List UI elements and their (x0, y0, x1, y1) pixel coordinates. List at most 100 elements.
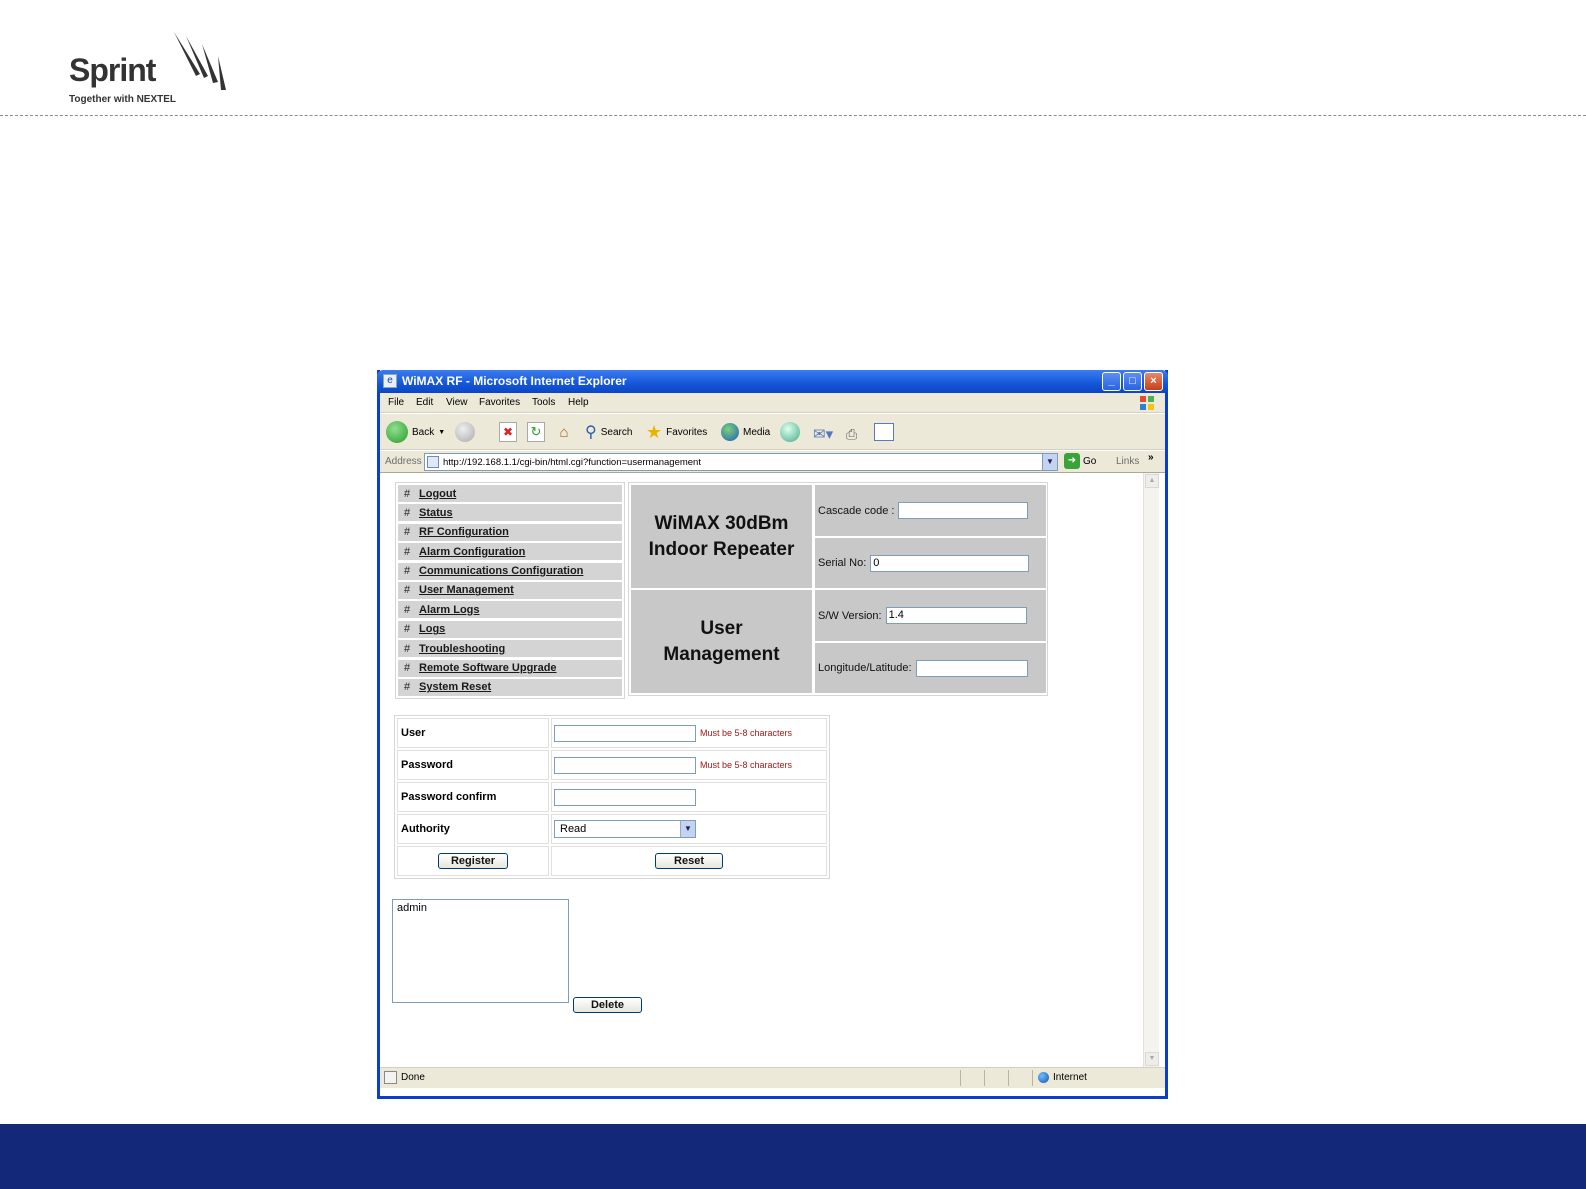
media-icon (721, 423, 739, 441)
close-button[interactable]: × (1144, 372, 1163, 391)
nav-bullet: # (403, 506, 411, 519)
vertical-scrollbar[interactable]: ▲ ▼ (1143, 473, 1159, 1067)
user-label: User (397, 718, 549, 748)
go-button[interactable]: ➜ Go (1064, 453, 1096, 469)
header-divider (0, 115, 1586, 116)
scroll-down-icon[interactable]: ▼ (1145, 1052, 1159, 1066)
address-label: Address (385, 456, 422, 467)
nav-link[interactable]: System Reset (416, 681, 491, 693)
ie-page-icon: e (383, 374, 397, 388)
user-input[interactable] (554, 724, 696, 742)
home-icon[interactable]: ⌂ (554, 422, 574, 442)
nav-item-status[interactable]: # Status (398, 504, 622, 522)
nav-item-rf-configuration[interactable]: # RF Configuration (398, 523, 622, 541)
authority-row: Authority Read ▼ (397, 814, 827, 844)
password-input[interactable] (554, 756, 696, 774)
globe-icon (1038, 1072, 1049, 1083)
maximize-button[interactable]: □ (1123, 372, 1142, 391)
delete-button[interactable]: Delete (573, 997, 642, 1013)
links-toolbar[interactable]: Links (1116, 456, 1139, 467)
history-icon[interactable] (780, 422, 800, 442)
register-cell: Register (397, 846, 549, 876)
nav-link[interactable]: Remote Software Upgrade (416, 662, 557, 674)
nav-bullet: # (403, 565, 411, 578)
go-arrow-icon: ➜ (1064, 453, 1080, 469)
standard-toolbar: Back ▼ ✖ ↻ ⌂ ⚲ Search ★ Favorites Media … (380, 414, 1165, 450)
user-hint: Must be 5-8 characters (700, 728, 793, 738)
page-title: User Management (631, 590, 812, 693)
user-row: User Must be 5-8 characters (397, 718, 827, 748)
menu-favorites[interactable]: Favorites (479, 397, 520, 408)
user-listbox[interactable]: admin (392, 899, 569, 1003)
serial-no-label: Serial No: (818, 557, 867, 569)
nav-link[interactable]: Alarm Logs (416, 604, 480, 616)
nav-bullet: # (403, 662, 411, 675)
back-dropdown-icon[interactable]: ▼ (438, 429, 445, 436)
nav-link[interactable]: Logout (416, 488, 456, 500)
menu-tools[interactable]: Tools (532, 397, 555, 408)
chevron-down-icon[interactable]: ▼ (680, 821, 695, 837)
menu-view[interactable]: View (446, 397, 468, 408)
forward-button[interactable] (455, 422, 475, 442)
search-button[interactable]: ⚲ Search (585, 420, 632, 444)
serial-no-field[interactable]: 0 (870, 554, 1030, 572)
cascade-code-cell: Cascade code : (815, 485, 1046, 536)
password-row: Password Must be 5-8 characters (397, 750, 827, 780)
nav-bullet: # (403, 545, 411, 558)
nav-link[interactable]: User Management (416, 584, 514, 596)
nav-item-communications-configuration[interactable]: # Communications Configuration (398, 562, 622, 580)
menu-file[interactable]: File (388, 397, 404, 408)
lon-lat-field[interactable] (915, 659, 1028, 677)
scroll-up-icon[interactable]: ▲ (1145, 474, 1159, 488)
nav-link[interactable]: Troubleshooting (416, 643, 505, 655)
nav-item-logout[interactable]: # Logout (398, 485, 622, 502)
password-hint: Must be 5-8 characters (700, 760, 793, 770)
edit-page-icon[interactable] (874, 423, 894, 441)
back-arrow-icon (386, 421, 408, 443)
reset-button[interactable]: Reset (655, 853, 723, 869)
favorites-button[interactable]: ★ Favorites (646, 420, 707, 444)
page-title-line2: Management (663, 643, 780, 665)
nav-item-user-management[interactable]: # User Management (398, 581, 622, 599)
register-button[interactable]: Register (438, 853, 508, 869)
media-button[interactable]: Media (721, 420, 770, 444)
stop-icon[interactable]: ✖ (499, 422, 517, 442)
mail-icon[interactable]: ✉▾ (813, 422, 839, 446)
menu-edit[interactable]: Edit (416, 397, 433, 408)
back-button[interactable]: Back ▼ (386, 420, 445, 444)
sw-version-label: S/W Version: (818, 609, 882, 622)
menu-help[interactable]: Help (568, 397, 589, 408)
print-icon[interactable]: ⎙ (846, 422, 866, 446)
search-label: Search (600, 426, 633, 438)
nav-bullet: # (403, 603, 411, 616)
links-chevron-icon[interactable]: » (1148, 452, 1154, 463)
status-divider (960, 1070, 961, 1086)
nav-link[interactable]: Alarm Configuration (416, 546, 525, 558)
window-titlebar[interactable]: e WiMAX RF - Microsoft Internet Explorer… (377, 370, 1168, 393)
star-icon: ★ (646, 421, 663, 442)
address-input[interactable]: http://192.168.1.1/cgi-bin/html.cgi?func… (424, 453, 1058, 471)
cascade-code-field[interactable] (898, 502, 1029, 519)
nav-link[interactable]: Communications Configuration (416, 565, 583, 577)
authority-selected-value: Read (560, 823, 587, 835)
nav-item-logs[interactable]: # Logs (398, 620, 622, 638)
minimize-button[interactable]: _ (1102, 372, 1121, 391)
nav-item-alarm-logs[interactable]: # Alarm Logs (398, 601, 622, 619)
nav-link[interactable]: RF Configuration (416, 526, 509, 538)
nav-item-remote-software-upgrade[interactable]: # Remote Software Upgrade (398, 659, 622, 677)
address-bar: Address http://192.168.1.1/cgi-bin/html.… (380, 451, 1165, 473)
refresh-icon[interactable]: ↻ (527, 422, 545, 442)
authority-select[interactable]: Read ▼ (554, 820, 696, 838)
sprint-logo: Sprint Together with NEXTEL (66, 30, 236, 110)
address-dropdown-icon[interactable]: ▼ (1042, 454, 1057, 470)
nav-link[interactable]: Logs (416, 623, 445, 635)
sw-version-field[interactable]: 1.4 (885, 607, 1027, 624)
nav-item-system-reset[interactable]: # System Reset (398, 678, 622, 696)
user-registration-form: User Must be 5-8 characters Password Mus… (394, 715, 830, 879)
nav-item-troubleshooting[interactable]: # Troubleshooting (398, 640, 622, 658)
nav-link[interactable]: Status (416, 507, 453, 519)
list-item[interactable]: admin (397, 902, 564, 914)
browser-window: e WiMAX RF - Microsoft Internet Explorer… (377, 370, 1168, 1099)
nav-item-alarm-configuration[interactable]: # Alarm Configuration (398, 543, 622, 561)
password-confirm-input[interactable] (554, 788, 696, 806)
